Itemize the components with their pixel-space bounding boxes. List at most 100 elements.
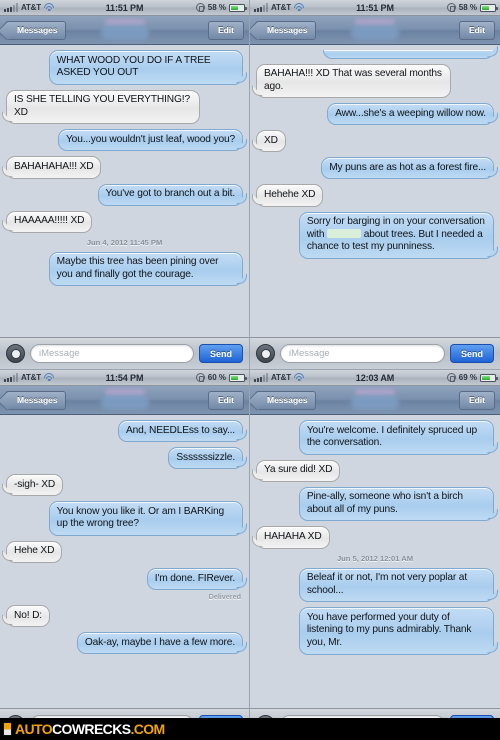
message-row: You have performed your duty of listenin… bbox=[256, 607, 494, 655]
message-bubble-out[interactable]: Pine-ally, someone who isn't a birch abo… bbox=[298, 486, 494, 522]
navigation-bar: Messages Edit bbox=[0, 386, 249, 415]
redacted-name bbox=[327, 228, 362, 238]
back-button-label: Messages bbox=[17, 395, 58, 405]
rotation-lock-icon bbox=[195, 373, 205, 382]
edit-button[interactable]: Edit bbox=[207, 390, 244, 410]
message-row: You...you wouldn't just leaf, wood you? bbox=[6, 129, 243, 152]
message-row: Aww...she's a weeping willow now. bbox=[256, 103, 494, 126]
message-bubble-in[interactable]: HAAAAA!!!!! XD bbox=[6, 210, 93, 233]
back-button-label: Messages bbox=[267, 395, 308, 405]
contact-name-redacted bbox=[347, 389, 403, 410]
message-thread: BAHAHA!!! XD That was several months ago… bbox=[250, 46, 500, 337]
contact-name-redacted bbox=[97, 19, 153, 40]
camera-icon[interactable] bbox=[256, 344, 275, 363]
send-button[interactable]: Send bbox=[198, 344, 243, 363]
message-bubble-out[interactable]: You've got to branch out a bit. bbox=[97, 183, 243, 206]
message-bubble-out[interactable]: Oak-ay, maybe I have a few more. bbox=[76, 632, 243, 655]
status-bar-clock: 12:03 AM bbox=[355, 372, 395, 383]
message-bubble-out[interactable]: Aww...she's a weeping willow now. bbox=[327, 103, 494, 126]
message-bubble-in[interactable]: HAHAHA XD bbox=[256, 526, 330, 549]
status-bar: AT&T 11:51 PM 58 % bbox=[0, 0, 249, 16]
message-bubble-in[interactable]: XD bbox=[256, 130, 286, 153]
message-input-field[interactable]: iMessage bbox=[30, 344, 194, 363]
battery-icon bbox=[229, 3, 247, 12]
edit-button[interactable]: Edit bbox=[207, 20, 244, 40]
watermark-text: AUTOCOWRECKS.COM bbox=[15, 721, 165, 737]
message-row: WHAT WOOD YOU DO IF A TREE ASKED YOU OUT bbox=[6, 50, 243, 85]
send-button[interactable]: Send bbox=[449, 344, 494, 363]
message-thread: And, NEEDLEss to say... Sssssssizzle. -sig… bbox=[0, 416, 249, 708]
message-bubble-in[interactable]: Hehe XD bbox=[6, 540, 63, 564]
message-bubble-out[interactable]: WHAT WOOD YOU DO IF A TREE ASKED YOU OUT bbox=[48, 50, 243, 85]
battery-icon bbox=[480, 373, 498, 382]
watermark-part3: .COM bbox=[130, 721, 165, 737]
watermark-bar: AUTOCOWRECKS.COM bbox=[0, 718, 500, 740]
battery-icon bbox=[480, 3, 498, 12]
message-thread: You're welcome. I definitely spruced up … bbox=[250, 416, 500, 708]
message-bubble-out[interactable] bbox=[322, 50, 494, 59]
message-bubble-in[interactable]: Ya sure did! XD bbox=[256, 459, 341, 482]
message-row: Oak-ay, maybe I have a few more. bbox=[6, 632, 243, 655]
message-bubble-out[interactable]: You're welcome. I definitely spruced up … bbox=[298, 420, 494, 455]
message-row: Beleaf it or not, I'm not very poplar at… bbox=[256, 567, 494, 603]
status-bar: AT&T 11:51 PM 58 % bbox=[250, 0, 500, 16]
message-row: You've got to branch out a bit. bbox=[6, 183, 243, 206]
message-thread: WHAT WOOD YOU DO IF A TREE ASKED YOU OUT… bbox=[0, 46, 249, 337]
message-bubble-in[interactable]: IS SHE TELLING YOU EVERYTHING!? XD bbox=[6, 89, 201, 125]
camera-icon[interactable] bbox=[6, 344, 25, 363]
back-button-label: Messages bbox=[267, 25, 308, 35]
message-row: And, NEEDLEss to say... bbox=[6, 420, 243, 443]
message-bubble-out[interactable]: My puns are as hot as a forest fire... bbox=[321, 157, 494, 180]
message-bubble-in[interactable]: -sigh- XD bbox=[6, 474, 64, 497]
message-row: I'm done. FIRever. bbox=[6, 568, 243, 591]
edit-button[interactable]: Edit bbox=[458, 390, 495, 410]
back-to-messages-button[interactable]: Messages bbox=[5, 390, 66, 410]
phone-screenshot-3: AT&T 11:54 PM 60 % Messages Edit And, NEEDLEs… bbox=[0, 370, 250, 740]
message-row: IS SHE TELLING YOU EVERYTHING!? XD bbox=[6, 89, 243, 125]
message-bubble-out[interactable]: Sssssssizzle. bbox=[168, 447, 243, 470]
message-row: My puns are as hot as a forest fire... bbox=[256, 157, 494, 180]
message-bubble-out[interactable]: Sorry for barging in on your conversatio… bbox=[298, 211, 494, 259]
edit-button[interactable]: Edit bbox=[458, 20, 495, 40]
message-bubble-out[interactable]: Maybe this tree has been pining over you… bbox=[48, 251, 243, 287]
delivered-status: Delivered bbox=[208, 592, 241, 602]
message-row: Hehehe XD bbox=[256, 184, 494, 207]
back-to-messages-button[interactable]: Messages bbox=[5, 20, 66, 40]
message-row: No! D: bbox=[6, 605, 243, 628]
navigation-bar: Messages Edit bbox=[0, 16, 249, 45]
battery-icon bbox=[229, 373, 247, 382]
status-bar: AT&T 12:03 AM 69 % bbox=[250, 370, 500, 386]
message-bubble-in[interactable]: No! D: bbox=[6, 605, 50, 628]
back-to-messages-button[interactable]: Messages bbox=[255, 20, 316, 40]
message-bubble-out[interactable]: And, NEEDLEss to say... bbox=[117, 420, 243, 443]
message-bubble-out[interactable]: You know you like it. Or am I BARKing up… bbox=[48, 501, 243, 536]
message-input-field[interactable]: iMessage bbox=[280, 344, 445, 363]
message-bubble-out[interactable]: You...you wouldn't just leaf, wood you? bbox=[57, 129, 243, 152]
message-row: HAAAAA!!!!! XD bbox=[6, 210, 243, 233]
status-bar-clock: 11:51 PM bbox=[105, 2, 144, 13]
message-row: Hehe XD bbox=[6, 540, 243, 564]
message-row: HAHAHA XD bbox=[256, 526, 494, 549]
navigation-bar: Messages Edit bbox=[250, 16, 500, 45]
message-row: Pine-ally, someone who isn't a birch abo… bbox=[256, 486, 494, 522]
status-bar: AT&T 11:54 PM 60 % bbox=[0, 370, 249, 386]
message-row: Ya sure did! XD bbox=[256, 459, 494, 482]
message-bubble-out[interactable]: You have performed your duty of listenin… bbox=[298, 607, 494, 655]
message-bubble-in[interactable]: BAHAHA!!! XD That was several months ago… bbox=[256, 63, 452, 99]
message-row: Maybe this tree has been pining over you… bbox=[6, 251, 243, 287]
phone-icon bbox=[3, 722, 12, 736]
phone-screenshot-4: AT&T 12:03 AM 69 % Messages Edit You're welco… bbox=[250, 370, 500, 740]
message-input-bar: iMessageSend bbox=[0, 337, 249, 369]
message-row: BAHAHA!!! XD That was several months ago… bbox=[256, 63, 494, 99]
message-bubble-in[interactable]: Hehehe XD bbox=[256, 184, 324, 207]
message-bubble-out[interactable]: I'm done. FIRever. bbox=[146, 568, 243, 591]
back-to-messages-button[interactable]: Messages bbox=[255, 390, 316, 410]
message-timestamp: Jun 5, 2012 12:01 AM bbox=[336, 553, 414, 563]
message-input-bar: iMessageSend bbox=[250, 337, 500, 369]
rotation-lock-icon bbox=[195, 3, 205, 12]
message-bubble-in[interactable]: BAHAHAHA!!! XD bbox=[6, 156, 102, 179]
message-bubble-out[interactable]: Beleaf it or not, I'm not very poplar at… bbox=[298, 567, 494, 603]
navigation-bar: Messages Edit bbox=[250, 386, 500, 415]
message-row: Sssssssizzle. bbox=[6, 447, 243, 470]
contact-name-redacted bbox=[347, 19, 403, 40]
